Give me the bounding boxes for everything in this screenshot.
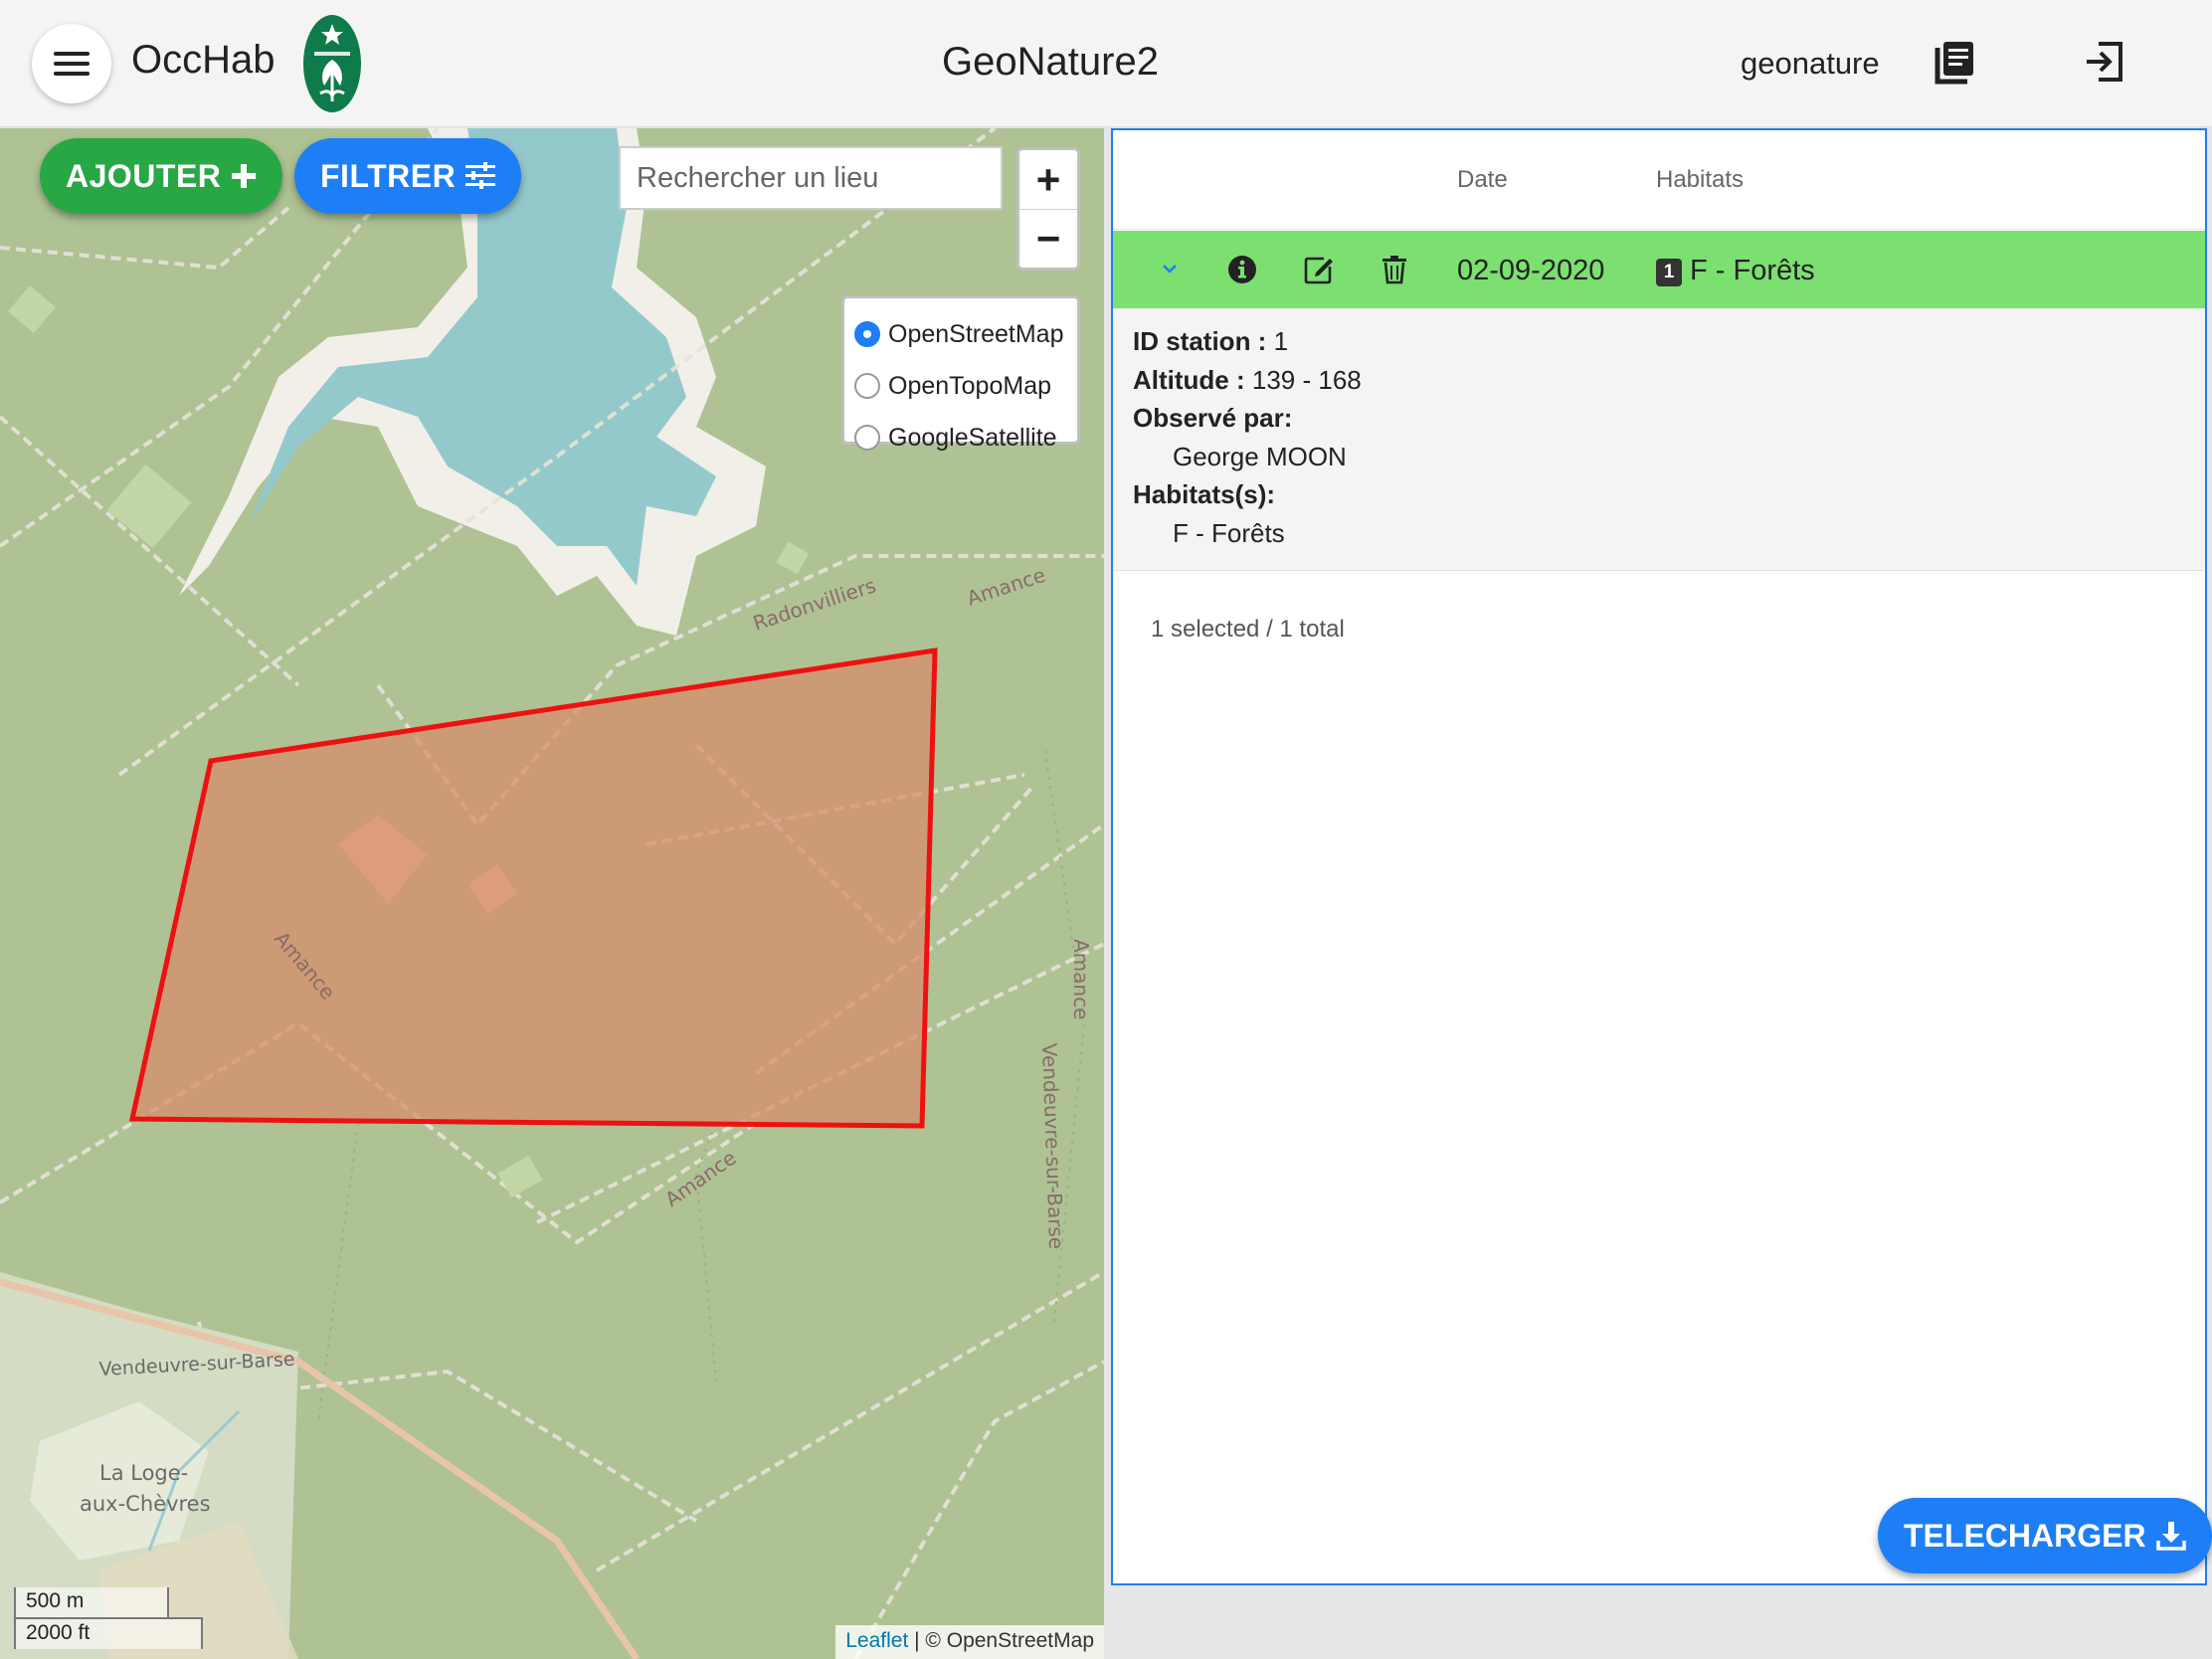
zoom-control: + − [1016,147,1080,271]
column-header-date[interactable]: Date [1457,166,1508,194]
trash-icon[interactable] [1378,253,1411,286]
detail-habitats-label: Habitats(s): [1133,479,1276,509]
map-label-amance-4: Amance [1069,939,1093,1019]
detail-id: ID station : 1 [1133,326,1289,356]
row-detail: ID station : 1 Altitude : 139 - 168 Obse… [1113,308,2205,571]
map-view[interactable]: Radonvilliers Amance Amance Amance Amanc… [0,128,1104,1659]
map-label-la-loge: La Loge- [99,1461,188,1485]
add-button-label: AJOUTER [66,157,222,194]
leaflet-link[interactable]: Leaflet [845,1629,908,1652]
layer-switcher: OpenStreetMap OpenTopoMap GoogleSatellit… [841,295,1080,452]
table-row[interactable]: 02-09-2020 1 F - Forêts [1113,231,2205,308]
layer-option-googlesatellite[interactable]: GoogleSatellite [854,412,1067,463]
radio-icon[interactable] [854,373,880,399]
place-search-input[interactable] [619,146,1003,210]
zoom-in-button[interactable]: + [1019,150,1077,209]
chevron-down-icon[interactable] [1153,253,1187,286]
sliders-icon [465,162,496,189]
column-header-habitats[interactable]: Habitats [1656,166,1744,194]
radio-checked-icon[interactable] [854,321,880,347]
username: geonature [1741,46,1880,81]
plus-icon [232,164,257,188]
filter-button-label: FILTRER [320,157,457,194]
row-habitat: F - Forêts [1690,255,1815,286]
detail-observer-value: George MOON [1173,441,1347,471]
detail-habitats-value: F - Forêts [1173,517,1285,548]
info-icon[interactable] [1225,253,1259,286]
row-date: 02-09-2020 [1457,255,1605,286]
map-attribution: Leaflet | © OpenStreetMap [835,1625,1104,1659]
map-label-aux-chevres: aux-Chèvres [80,1492,211,1516]
detail-altitude: Altitude : 139 - 168 [1133,364,1362,395]
detail-observer-label: Observé par: [1133,403,1293,433]
layer-label: OpenStreetMap [888,319,1064,348]
stations-table-panel: Date Habitats 02-09-2020 1 F - Forêts ID… [1111,128,2207,1585]
download-icon [2155,1522,2186,1551]
documentation-icon[interactable] [1930,38,1977,86]
scale-imperial: 2000 ft [14,1617,203,1649]
attribution-text: | © OpenStreetMap [908,1629,1094,1652]
selection-count: 1 selected / 1 total [1151,616,1345,643]
top-bar: OccHab GeoNature2 geonature [0,0,2212,127]
table-header: Date Habitats [1113,130,2205,230]
layer-option-opentopomap[interactable]: OpenTopoMap [854,360,1067,412]
radio-icon[interactable] [854,425,880,451]
edit-icon[interactable] [1302,253,1336,286]
scale-metric: 500 m [14,1587,169,1619]
filter-button[interactable]: FILTRER [294,138,522,214]
download-button[interactable]: TELECHARGER [1878,1498,2212,1573]
add-button[interactable]: AJOUTER [40,138,283,214]
layer-label: GoogleSatellite [888,423,1057,452]
zoom-out-button[interactable]: − [1019,209,1077,268]
logout-icon[interactable] [2081,38,2128,86]
download-button-label: TELECHARGER [1904,1517,2146,1554]
map-scale: 500 m 2000 ft [14,1587,203,1649]
layer-option-openstreetmap[interactable]: OpenStreetMap [854,308,1067,360]
habitat-count-badge: 1 [1656,259,1682,286]
layer-label: OpenTopoMap [888,371,1052,400]
